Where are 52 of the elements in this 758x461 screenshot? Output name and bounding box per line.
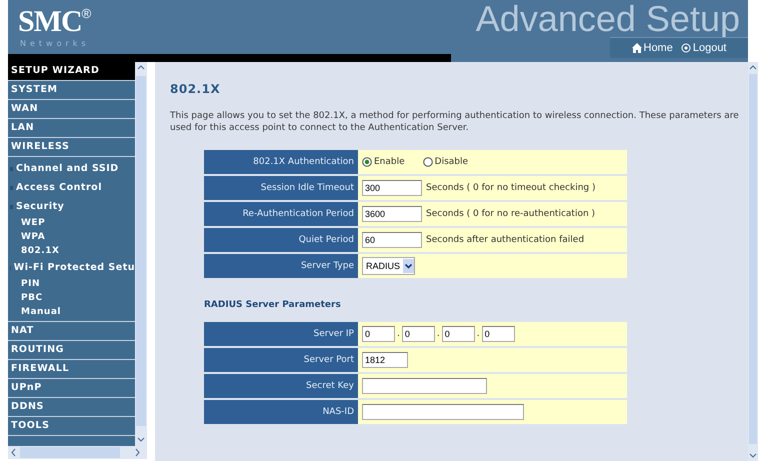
banner-title: Advanced Setup [476, 0, 740, 40]
field-label: Session Idle Timeout [204, 176, 358, 200]
field-label: Quiet Period [204, 228, 358, 252]
radio-icon [422, 157, 433, 167]
field-label: 802.1X Authentication [204, 150, 358, 174]
input-field[interactable] [362, 378, 487, 394]
sidebar-item[interactable]: SETUP WIZARD [8, 62, 135, 81]
field-label: NAS-ID [204, 400, 358, 424]
sidebar-subitem[interactable]: WEP [8, 216, 135, 230]
logout-link[interactable]: Logout [680, 42, 726, 54]
home-icon [632, 43, 642, 53]
field-label: Server Port [204, 348, 358, 372]
radio-option[interactable]: Disable [422, 157, 468, 167]
radio-icon [362, 157, 372, 167]
sidebar-subitem[interactable]: PIN [8, 277, 135, 291]
ip-octet-field[interactable]: 0 [402, 326, 435, 342]
field-label: Server Type [204, 254, 358, 278]
ip-octet-field[interactable]: 0 [362, 326, 395, 342]
sidebar-subitem[interactable]: PBC [8, 291, 135, 305]
input-field[interactable] [362, 404, 524, 420]
dot-separator: . [436, 329, 440, 339]
page-description: This page allows you to set the 802.1X, a method for performing authentication to wireless connection. These parameters are used for this access point to connect to the Authentication Server. [170, 110, 740, 134]
logo-subtitle: Networks [20, 39, 90, 48]
field-hint: Seconds ( 0 for no re-authentication ) [426, 209, 596, 219]
sidebar-subitem[interactable]: Access Control [8, 178, 135, 197]
caret-icon [403, 259, 414, 273]
input-field[interactable]: 300 [362, 180, 422, 196]
field-label: Secret Key [204, 374, 358, 398]
field-label: Server IP [204, 322, 358, 346]
sidebar-subitem[interactable]: 802.1X [8, 244, 135, 258]
ip-octet-field[interactable]: 0 [482, 326, 515, 342]
sidebar-subitem[interactable]: Manual [8, 305, 135, 319]
section-heading: RADIUS Server Parameters [204, 300, 342, 310]
sidebar-subitem[interactable]: WPA [8, 230, 135, 244]
ip-octet-field[interactable]: 0 [442, 326, 475, 342]
sidebar-subitem[interactable]: Channel and SSID [8, 159, 135, 178]
power-icon [680, 43, 691, 53]
dot-separator: . [397, 329, 400, 339]
home-link[interactable]: Home [632, 42, 673, 54]
dot-separator: . [476, 329, 480, 339]
logo: SMC$^{®}$ [18, 6, 90, 38]
input-field[interactable]: 60 [362, 232, 422, 248]
sidebar-subitem[interactable]: Wi-Fi Protected Setu [8, 258, 135, 277]
radio-option[interactable]: Enable [362, 157, 405, 167]
sidebar-subitem[interactable]: Security [8, 197, 135, 216]
field-label: Re-Authentication Period [204, 202, 358, 226]
page-title: 802.1X [170, 82, 222, 96]
field-hint: Seconds after authentication failed [426, 235, 584, 245]
server-type-select[interactable]: RADIUS [362, 257, 416, 275]
input-field[interactable]: 1812 [362, 352, 408, 368]
input-field[interactable]: 3600 [362, 206, 422, 222]
field-hint: Seconds ( 0 for no timeout checking ) [426, 183, 596, 193]
